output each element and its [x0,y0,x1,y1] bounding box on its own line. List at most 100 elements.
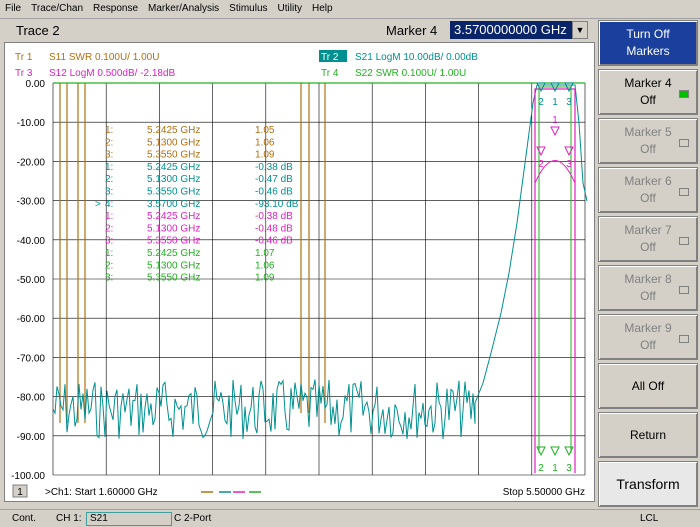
marker-value: -0.38 dB [255,162,293,173]
marker-value: 1.06 [255,137,275,148]
status-indicator-icon [679,286,689,294]
softkey-label: All Off [631,378,665,393]
y-tick-label: -50.00 [17,275,46,286]
marker-num: 3: [105,187,113,198]
status-param[interactable]: S21 [86,512,172,526]
softkey-label: Marker 5 [624,125,672,139]
softkey-sublabel: Off [640,142,656,156]
menu-trace-chan[interactable]: Trace/Chan [26,0,88,18]
stop-frequency: Stop 5.50000 GHz [503,487,585,498]
s21-trace [52,84,588,439]
softkey-label: Marker 7 [624,223,672,237]
marker-dropdown-button[interactable]: ▼ [572,21,588,39]
status-lcl: LCL [640,513,659,524]
menu-marker-analysis[interactable]: Marker/Analysis [143,0,224,18]
s22-trace [538,86,572,453]
menu-stimulus[interactable]: Stimulus [224,0,272,18]
status-indicator-icon [679,90,689,98]
status-cal: C 2-Port [174,513,212,524]
marker-flag: 3 [566,159,572,170]
menu-utility[interactable]: Utility [273,0,307,18]
marker-triangle-icon [536,446,546,457]
marker-num: 1: [105,125,113,136]
marker-freq: 5.3550 GHz [147,150,200,161]
chevron-down-icon: ▼ [575,25,585,35]
softkey-marker-6[interactable]: Marker 6 Off [598,167,698,213]
menu-bar: File Trace/Chan Response Marker/Analysis… [0,0,700,19]
marker-freq: 5.3550 GHz [147,236,200,247]
softkey-label: Marker 4 [624,76,672,90]
marker-freq: 5.3550 GHz [147,187,200,198]
plot-area[interactable]: 0.00 -10.00 -20.00 -30.00 -40.00 -50.00 -60.00… [4,42,595,502]
marker-frequency-input[interactable]: 3.5700000000 GHz [450,21,572,39]
marker-triangle-icon [550,446,560,457]
y-tick-label: -90.00 [17,432,46,443]
softkey-sublabel: Off [640,191,656,205]
softkey-marker-5[interactable]: Marker 5 Off [598,118,698,164]
marker-flag: 2 [538,159,544,170]
softkey-turn-off[interactable]: Turn Off Markers [598,20,698,66]
y-tick-label: -30.00 [17,197,46,208]
softkey-transform[interactable]: Transform [598,461,698,507]
marker-value: -0.46 dB [255,187,293,198]
status-indicator-icon [679,237,689,245]
menu-file[interactable]: File [0,0,26,18]
softkey-panel: Turn Off Markers Marker 4 Off Marker 5 Off Mar… [598,20,698,507]
softkey-marker-4[interactable]: Marker 4 Off [598,69,698,115]
softkey-label: Return [629,427,667,442]
trace-id: Tr 3 [15,68,33,79]
title-bar: Trace 2 Marker 4 3.5700000000 GHz ▼ [4,20,595,42]
marker-num: 1: [105,211,113,222]
menu-help[interactable]: Help [307,0,338,18]
status-channel: CH 1: [56,513,82,524]
softkey-return[interactable]: Return [598,412,698,458]
softkey-marker-8[interactable]: Marker 8 Off [598,265,698,311]
marker-triangle-icon [564,446,574,457]
y-tick-label: -60.00 [17,314,46,325]
marker-num: 3: [105,150,113,161]
y-tick-label: -40.00 [17,236,46,247]
marker-freq: 5.2425 GHz [147,125,200,136]
marker-num: 2: [105,174,113,185]
marker-num: 3: [105,273,113,284]
y-tick-label: -10.00 [17,118,46,129]
marker-freq: 5.1300 GHz [147,137,200,148]
softkey-all-off[interactable]: All Off [598,363,698,409]
softkey-marker-7[interactable]: Marker 7 Off [598,216,698,262]
marker-flag: 1 [552,115,558,126]
trace-label: S11 SWR 0.100U/ 1.00U [49,52,159,63]
y-tick-label: -80.00 [17,393,46,404]
channel-number: 1 [17,487,23,498]
marker-freq: 5.1300 GHz [147,174,200,185]
softkey-label: Marker 9 [624,321,672,335]
marker-triangle-icon [536,146,546,157]
status-bar: Cont. CH 1: S21 C 2-Port LCL [0,509,700,527]
softkey-label: Transform [616,475,680,492]
status-cont: Cont. [12,513,36,524]
softkey-label: Marker 6 [624,174,672,188]
marker-freq: 5.2425 GHz [147,248,200,259]
softkey-marker-9[interactable]: Marker 9 Off [598,314,698,360]
status-indicator-icon [679,139,689,147]
marker-freq: 5.1300 GHz [147,223,200,234]
trace-id: Tr 2 [321,52,339,63]
marker-num: 1: [105,248,113,259]
status-indicator-icon [679,335,689,343]
trace-label: S12 LogM 0.500dB/ -2.18dB [49,68,176,79]
marker-value: 1.09 [255,150,275,161]
menu-response[interactable]: Response [88,0,143,18]
marker-freq: 5.1300 GHz [147,260,200,271]
marker-num: 2: [105,137,113,148]
y-tick-label: -70.00 [17,353,46,364]
marker-flag: 2 [538,97,544,108]
marker-triangle-icon [564,146,574,157]
marker-freq: 5.2425 GHz [147,162,200,173]
trace-title: Trace 2 [16,23,60,38]
marker-flag: 3 [566,97,572,108]
marker-value: 1.06 [255,260,275,271]
marker-value: -93.10 dB [255,199,299,210]
marker-label: Marker 4 [386,23,438,38]
marker-value: 1.07 [255,248,275,259]
marker-flag: 1 [552,97,558,108]
softkey-sublabel: Off [640,289,656,303]
